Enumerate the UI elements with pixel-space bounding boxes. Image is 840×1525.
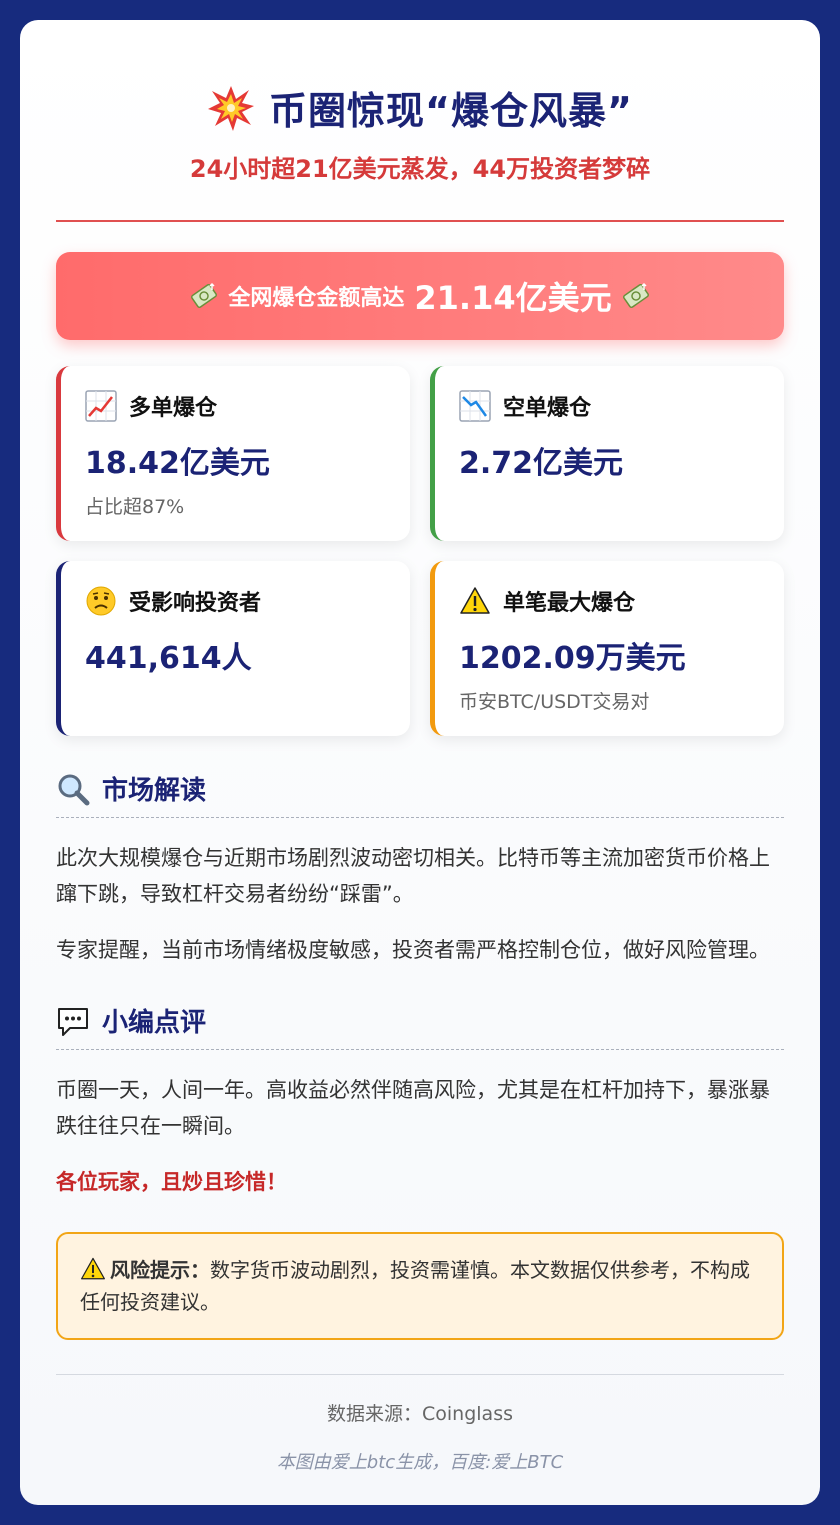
stat-value: 18.42亿美元	[85, 446, 270, 481]
stat-value: 441,614人	[85, 641, 252, 676]
stats-grid: 多单爆仓 18.42亿美元 占比超87% 空单爆仓 2.72亿美元 受影响投资者…	[56, 366, 784, 736]
warning-icon	[460, 587, 490, 614]
stat-note: 币安BTC/USDT交易对	[459, 691, 650, 713]
stat-label: 受影响投资者	[129, 591, 262, 616]
comment-paragraph: 币圈一天，人间一年。高收益必然伴随高风险，尤其是在杠杆加持下，暴涨暴跌往往只在一…	[56, 1078, 770, 1138]
risk-label: 风险提示：	[110, 1258, 210, 1282]
chart-up-icon	[85, 390, 117, 422]
stat-label: 单笔最大爆仓	[503, 591, 636, 616]
section-title: 市场解读	[102, 776, 207, 806]
stat-card-investors: 受影响投资者 441,614人	[56, 561, 410, 736]
page-title: 币圈惊现“爆仓风暴”	[269, 89, 633, 133]
banner-value: 21.14亿美元	[414, 279, 612, 317]
stat-value: 1202.09万美元	[459, 641, 686, 676]
collision-icon	[208, 85, 255, 131]
comment-highlight: 各位玩家，且炒且珍惜！	[56, 1170, 287, 1194]
magnifier-icon	[58, 774, 90, 805]
analysis-paragraph: 此次大规模爆仓与近期市场剧烈波动密切相关。比特币等主流加密货币价格上蹿下跳，导致…	[56, 846, 770, 906]
stat-card-long: 多单爆仓 18.42亿美元 占比超87%	[56, 366, 410, 541]
stat-note: 占比超87%	[85, 496, 185, 518]
stat-head: 单笔最大爆仓	[459, 585, 760, 617]
poster-card: 币圈惊现“爆仓风暴” 24小时超21亿美元蒸发，44万投资者梦碎 全网爆仓金额高…	[20, 20, 820, 1505]
risk-notice: 风险提示：数字货币波动剧烈，投资需谨慎。本文数据仅供参考，不构成任何投资建议。	[56, 1232, 784, 1340]
page-subtitle: 24小时超21亿美元蒸发，44万投资者梦碎	[189, 155, 651, 183]
money-icon	[622, 282, 649, 309]
analysis-header: 市场解读	[56, 770, 784, 818]
money-icon	[191, 282, 218, 309]
chart-down-icon	[459, 390, 491, 422]
stat-card-short: 空单爆仓 2.72亿美元	[430, 366, 784, 541]
stat-card-largest: 单笔最大爆仓 1202.09万美元 币安BTC/USDT交易对	[430, 561, 784, 736]
speech-bubble-icon	[58, 1007, 88, 1036]
stat-label: 多单爆仓	[129, 396, 218, 421]
section-title: 小编点评	[102, 1008, 207, 1038]
warning-icon	[81, 1257, 105, 1280]
worried-face-icon	[86, 586, 116, 616]
title-divider	[56, 220, 784, 222]
stat-head: 空单爆仓	[459, 390, 760, 422]
title-row: 币圈惊现“爆仓风暴”	[56, 80, 784, 135]
footer-divider	[56, 1374, 784, 1375]
stat-head: 多单爆仓	[85, 390, 386, 422]
stat-label: 空单爆仓	[503, 396, 592, 421]
credit-line: 本图由爱上btc生成，百度:爱上BTC	[276, 1452, 564, 1473]
total-liquidation-banner: 全网爆仓金额高达 21.14亿美元	[56, 252, 784, 340]
comment-header: 小编点评	[56, 1002, 784, 1050]
stat-head: 受影响投资者	[85, 585, 386, 617]
banner-label: 全网爆仓金额高达	[228, 286, 405, 311]
data-source: 数据来源：Coinglass	[327, 1403, 513, 1425]
analysis-paragraph: 专家提醒，当前市场情绪极度敏感，投资者需严格控制仓位，做好风险管理。	[56, 938, 770, 962]
stat-value: 2.72亿美元	[459, 446, 624, 481]
